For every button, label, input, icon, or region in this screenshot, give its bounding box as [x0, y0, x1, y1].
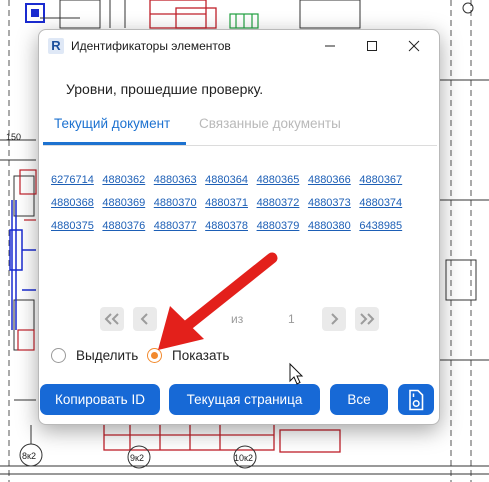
tab-linked-documents[interactable]: Связанные документы: [199, 116, 341, 131]
tab-current-document[interactable]: Текущий документ: [54, 116, 170, 131]
active-tab-indicator: [43, 142, 186, 145]
page-number: 1: [288, 312, 295, 326]
element-id-link[interactable]: 4880378: [205, 216, 256, 236]
mark-label-3: 10к2: [234, 453, 253, 463]
double-chevron-left-icon: [104, 313, 119, 325]
element-id-link[interactable]: 4880371: [205, 193, 256, 213]
element-id-link[interactable]: 4880373: [308, 193, 359, 213]
show-mode-radio[interactable]: [147, 348, 162, 363]
element-id-link[interactable]: 4880368: [51, 193, 102, 213]
select-mode-radio[interactable]: [51, 348, 66, 363]
element-ids-dialog: R Идентификаторы элементов Уровни, проше…: [38, 29, 440, 425]
select-mode-label[interactable]: Выделить: [76, 348, 138, 363]
element-id-link[interactable]: 4880367: [359, 170, 410, 190]
action-bar: Копировать ID Текущая страница Все: [39, 384, 439, 416]
element-id-link[interactable]: 4880363: [154, 170, 205, 190]
all-button[interactable]: Все: [330, 384, 388, 415]
export-file-button[interactable]: [398, 384, 434, 415]
show-mode-label[interactable]: Показать: [172, 348, 229, 363]
element-id-link[interactable]: 4880376: [102, 216, 153, 236]
mode-selector: Выделить Показать: [51, 346, 431, 366]
element-id-link[interactable]: 4880366: [308, 170, 359, 190]
dimension-label: 150: [6, 132, 21, 142]
close-icon: [408, 40, 420, 52]
status-heading: Уровни, прошедшие проверку.: [66, 81, 264, 97]
element-id-link[interactable]: 4880362: [102, 170, 153, 190]
mark-label-2: 9к2: [130, 453, 144, 463]
element-id-link[interactable]: 4880377: [154, 216, 205, 236]
element-id-link[interactable]: 4880365: [257, 170, 308, 190]
element-id-list: 6276714 4880362 4880363 4880364 4880365 48803…: [51, 170, 421, 236]
element-id-link[interactable]: 4880372: [257, 193, 308, 213]
last-page-button[interactable]: [355, 307, 379, 331]
first-page-button[interactable]: [100, 307, 124, 331]
file-icon: [409, 389, 424, 410]
element-id-link[interactable]: 4880379: [257, 216, 308, 236]
maximize-icon: [367, 41, 377, 51]
element-id-link[interactable]: 4880380: [308, 216, 359, 236]
window-title: Идентификаторы элементов: [71, 39, 231, 53]
current-page-button[interactable]: Текущая страница: [169, 384, 320, 415]
title-bar[interactable]: R Идентификаторы элементов: [39, 30, 439, 62]
element-id-link[interactable]: 6438985: [359, 216, 410, 236]
element-id-link[interactable]: 4880374: [359, 193, 410, 213]
element-id-link[interactable]: 4880375: [51, 216, 102, 236]
element-id-link[interactable]: 6276714: [51, 170, 102, 190]
chevron-left-icon: [140, 313, 148, 325]
mark-label-1: 8к2: [22, 451, 36, 461]
tab-bar: Текущий документ Связанные документы: [43, 114, 437, 146]
element-id-link[interactable]: 4880370: [154, 193, 205, 213]
close-button[interactable]: [399, 30, 429, 62]
minimize-button[interactable]: [315, 30, 345, 62]
chevron-right-icon: [331, 313, 339, 325]
maximize-button[interactable]: [357, 30, 387, 62]
copy-id-button[interactable]: Копировать ID: [40, 384, 160, 415]
pagination: из 1: [39, 307, 439, 333]
element-id-link[interactable]: 4880364: [205, 170, 256, 190]
revit-app-icon: R: [48, 38, 64, 54]
double-chevron-right-icon: [360, 313, 375, 325]
next-page-button[interactable]: [322, 307, 346, 331]
element-id-link[interactable]: 4880369: [102, 193, 153, 213]
prev-page-button[interactable]: [133, 307, 157, 331]
page-of-label: из: [231, 312, 244, 326]
minimize-icon: [325, 45, 335, 47]
